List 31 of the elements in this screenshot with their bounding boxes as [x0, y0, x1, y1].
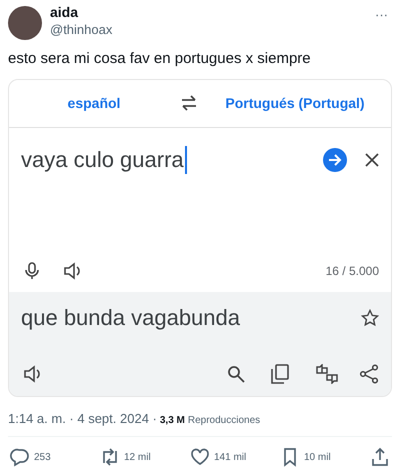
speaker-icon[interactable]: [63, 262, 83, 280]
swap-icon[interactable]: [179, 95, 199, 111]
views-label: Reproducciones: [188, 414, 260, 428]
share-icon[interactable]: [370, 447, 390, 467]
timestamp[interactable]: 1:14 a. m. · 4 sept. 2024 ·: [8, 408, 157, 428]
avatar[interactable]: [8, 6, 42, 40]
more-button[interactable]: ···: [375, 8, 388, 21]
action-count: 141 mil: [214, 450, 248, 464]
source-language[interactable]: español: [9, 92, 179, 114]
share-icon[interactable]: [359, 364, 379, 384]
action-count: 12 mil: [124, 450, 152, 464]
microphone-icon[interactable]: [25, 262, 39, 280]
heart-icon[interactable]: [190, 447, 210, 467]
search-icon[interactable]: [227, 364, 245, 382]
target-language[interactable]: Portugués (Portugal): [199, 92, 391, 114]
star-icon[interactable]: [361, 308, 379, 326]
action-count: 253: [34, 450, 52, 464]
reply-icon[interactable]: [10, 447, 30, 467]
author-name[interactable]: aida: [50, 4, 112, 21]
speaker-icon[interactable]: [23, 364, 43, 382]
feedback-icon[interactable]: [315, 364, 339, 384]
source-text[interactable]: vaya culo guarra: [21, 146, 187, 174]
tweet-text: esto sera mi cosa fav en portugues x siempre: [8, 49, 312, 69]
repost-icon[interactable]: [100, 447, 120, 467]
close-icon[interactable]: [365, 152, 379, 166]
author-handle[interactable]: @thinhoax: [50, 21, 112, 38]
view-count: 3,3 M: [160, 414, 185, 428]
copy-icon[interactable]: [271, 364, 289, 384]
action-count: 10 mil: [304, 450, 332, 464]
translated-text: que bunda vagabunda: [21, 304, 240, 332]
character-count: 16 / 5.000: [326, 262, 379, 280]
